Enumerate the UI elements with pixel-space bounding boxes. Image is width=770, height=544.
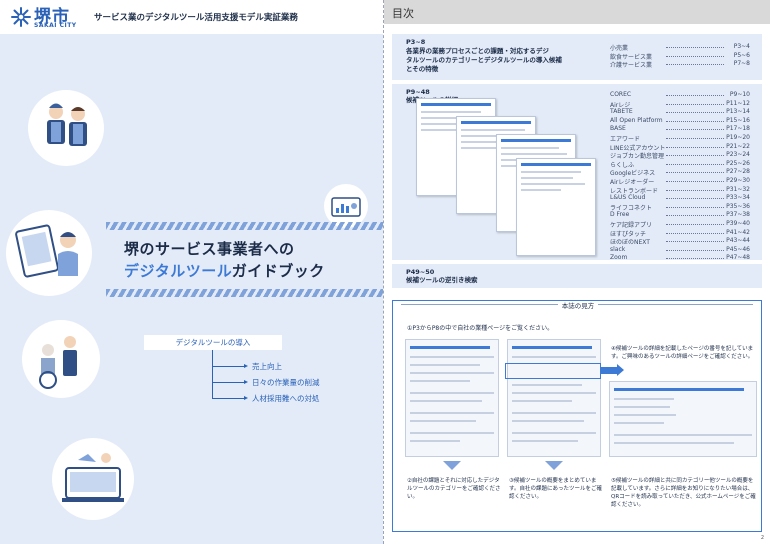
example-page-1 xyxy=(405,339,499,457)
list-item[interactable]: BASE P17~18 xyxy=(610,125,750,134)
doc-title: サービス業のデジタルツール活用支援モデル実証業務 xyxy=(94,13,298,23)
arrow-down-icon xyxy=(443,461,461,470)
tree-arrow-2 xyxy=(212,380,248,384)
list-item[interactable]: ほすぴタッチ P41~42 xyxy=(610,229,750,238)
toc-section-2-pages: P9~48 xyxy=(406,88,430,96)
tree-arrow-3 xyxy=(212,396,248,400)
cover-page: 堺市 SAKAI CITY サービス業のデジタルツール活用支援モデル実証業務 堺… xyxy=(0,0,383,544)
list-item[interactable]: L&US Cloud P33~34 xyxy=(610,194,750,203)
list-item[interactable]: ジョブカン勤怠管理 P23~24 xyxy=(610,151,750,160)
intro-label: デジタルツールの導入 xyxy=(144,335,282,350)
list-item[interactable]: COREC P9~10 xyxy=(610,91,750,100)
how-step-1: ①P3からP8の中で自社の業種ページをご覧ください。 xyxy=(407,325,554,332)
toc-section-3-label: 候補ツールの逆引き検索 xyxy=(406,276,478,284)
tool-page-thumbnails xyxy=(410,98,600,256)
list-item[interactable]: LINE公式アカウント P21~22 xyxy=(610,143,750,152)
cover-title-rest: ガイドブック xyxy=(231,262,325,280)
cover-title-accent: デジタルツール xyxy=(124,262,232,280)
list-item[interactable]: TABETE P13~14 xyxy=(610,108,750,117)
care-icon xyxy=(39,336,77,389)
list-item[interactable]: エアワード P19~20 xyxy=(610,134,750,143)
toc-page: 目次 P3~8 各業界の業務プロセスごとの課題・対応するデジ タルツールのカテゴ… xyxy=(384,0,770,544)
arrow-down-icon xyxy=(545,461,563,470)
illustration-care-worker xyxy=(22,320,100,398)
how-step-5: ⑤候補ツールの詳細と共に同カテゴリー他ツールの概要を記載しています。さらに詳細を… xyxy=(611,478,756,508)
example-detail-page xyxy=(609,381,757,457)
toc-section-1-line3: とその特徴 xyxy=(406,65,439,73)
staff-icon xyxy=(47,103,87,146)
illustration-online-shop xyxy=(52,438,134,520)
benefit-sales: 売上向上 xyxy=(252,362,282,371)
list-item[interactable]: slack P45~46 xyxy=(610,246,750,255)
illustration-shop-staff xyxy=(28,90,104,166)
list-item[interactable]: All Open Platform P15~16 xyxy=(610,117,750,126)
list-item[interactable]: ほのぼのNEXT P43~44 xyxy=(610,237,750,246)
benefit-workload: 日々の作業量の削減 xyxy=(252,378,320,387)
toc-header: 目次 xyxy=(384,0,770,24)
toc-section-3[interactable]: P49~50 候補ツールの逆引き検索 xyxy=(392,264,762,288)
tree-line xyxy=(212,350,213,398)
example-page-2 xyxy=(507,339,601,457)
list-item[interactable]: Airレジオーダー P29~30 xyxy=(610,177,750,186)
tree-arrow-1 xyxy=(212,364,248,368)
list-item[interactable]: らくしふ P25~26 xyxy=(610,160,750,169)
list-item[interactable]: ライフコネクト P35~36 xyxy=(610,203,750,212)
toc-section-1-line1: 各業界の業務プロセスごとの課題・対応するデジ xyxy=(406,47,549,55)
toc-title: 目次 xyxy=(392,7,414,20)
cover-title-line1: 堺のサービス事業者への xyxy=(124,240,295,258)
list-item[interactable]: ケア記録アプリ P39~40 xyxy=(610,220,750,229)
toc-section-1[interactable]: P3~8 各業界の業務プロセスごとの課題・対応するデジ タルツールのカテゴリーと… xyxy=(392,34,762,80)
list-item[interactable]: D Free P37~38 xyxy=(610,211,750,220)
decorative-stripe-top xyxy=(106,222,383,230)
toc-section-3-pages: P49~50 xyxy=(406,268,435,276)
cover-header: 堺市 SAKAI CITY サービス業のデジタルツール活用支援モデル実証業務 xyxy=(0,0,383,34)
how-step-2: ②自社の課題とそれに対応したデジタルツールのカテゴリーをご確認ください。 xyxy=(407,478,501,500)
arrow-right-icon xyxy=(601,364,624,376)
illustration-tablet-user xyxy=(6,210,92,296)
list-item[interactable]: Googleビジネス P27~28 xyxy=(610,168,750,177)
benefit-hiring: 人材採用難への対処 xyxy=(252,394,320,403)
cover-title-line2: デジタルツールガイドブック xyxy=(124,260,325,281)
list-item[interactable]: レストランボード P31~32 xyxy=(610,186,750,195)
logo-sub: SAKAI CITY xyxy=(34,22,77,29)
highlight-frame xyxy=(505,363,601,379)
toc-section-1-line2: タルツールのカテゴリーとデジタルツールの導入候補 xyxy=(406,56,562,64)
decorative-stripe-bottom xyxy=(106,289,383,297)
list-item[interactable]: 介護サービス業 P7~8 xyxy=(610,60,750,69)
page-number: 2 xyxy=(760,535,764,541)
toc-section-2-list: COREC P9~10 Airレジ P11~12 TABETE P13~14 All … xyxy=(610,91,750,263)
how-to-read-box: 本誌の見方 ①P3からP8の中で自社の業種ページをご覧ください。 ②自社の課題と… xyxy=(392,300,762,532)
how-step-4: ④候補ツールの詳細を記載したページの番号を記しています。ご興味のあるツールの詳細… xyxy=(611,346,754,360)
list-item[interactable]: Airレジ P11~12 xyxy=(610,100,750,109)
shop-icon xyxy=(62,453,124,502)
toc-section-1-list: 小売業 P3~4 飲食サービス業 P5~6 介護サービス業 P7~8 xyxy=(610,43,750,69)
how-title: 本誌の見方 xyxy=(393,300,763,310)
list-item[interactable]: 飲食サービス業 P5~6 xyxy=(610,52,750,61)
list-item[interactable]: Zoom P47~48 xyxy=(610,254,750,263)
toc-section-1-pages: P3~8 xyxy=(406,38,426,46)
list-item[interactable]: 小売業 P3~4 xyxy=(610,43,750,52)
how-step-3: ③候補ツールの概要をまとめています。自社の課題にあったツールをご確認ください。 xyxy=(509,478,602,500)
sakai-logo-icon xyxy=(11,7,31,27)
thumbnail xyxy=(516,158,596,256)
tablet-icon xyxy=(15,224,78,278)
